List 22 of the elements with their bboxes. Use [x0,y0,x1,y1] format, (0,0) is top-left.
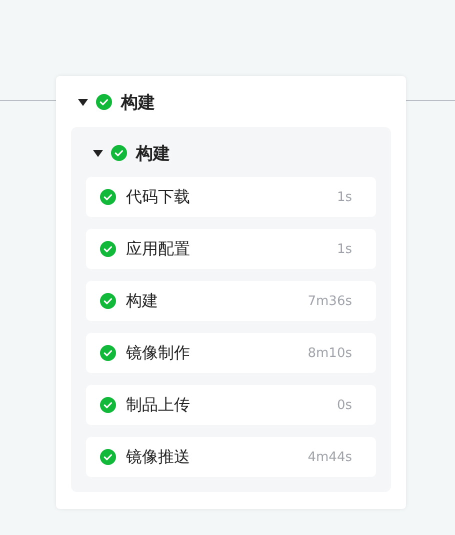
step-duration: 1s [336,242,352,256]
step-row[interactable]: 构建 7m36s [86,281,376,321]
step-row[interactable]: 代码下载 1s [86,177,376,217]
step-duration: 7m36s [308,294,352,308]
step-row[interactable]: 制品上传 0s [86,385,376,425]
step-row[interactable]: 镜像制作 8m10s [86,333,376,373]
caret-icon[interactable] [93,150,103,156]
step-name: 代码下载 [126,186,191,208]
stage-title: 构建 [121,92,155,114]
caret-icon[interactable] [78,98,88,106]
step-name: 构建 [126,290,159,312]
step-name: 制品上传 [126,394,191,416]
step-name: 镜像推送 [126,446,191,468]
step-row[interactable]: 应用配置 1s [86,229,376,269]
step-name: 应用配置 [126,238,191,260]
step-duration: 1s [336,190,352,204]
step-name: 镜像制作 [126,342,191,364]
step-row[interactable]: 镜像推送 4m44s [86,437,376,477]
step-duration: 4m44s [308,450,352,464]
step-duration: 8m10s [308,346,352,360]
step-duration: 0s [336,398,352,412]
job-title: 构建 [136,142,170,164]
